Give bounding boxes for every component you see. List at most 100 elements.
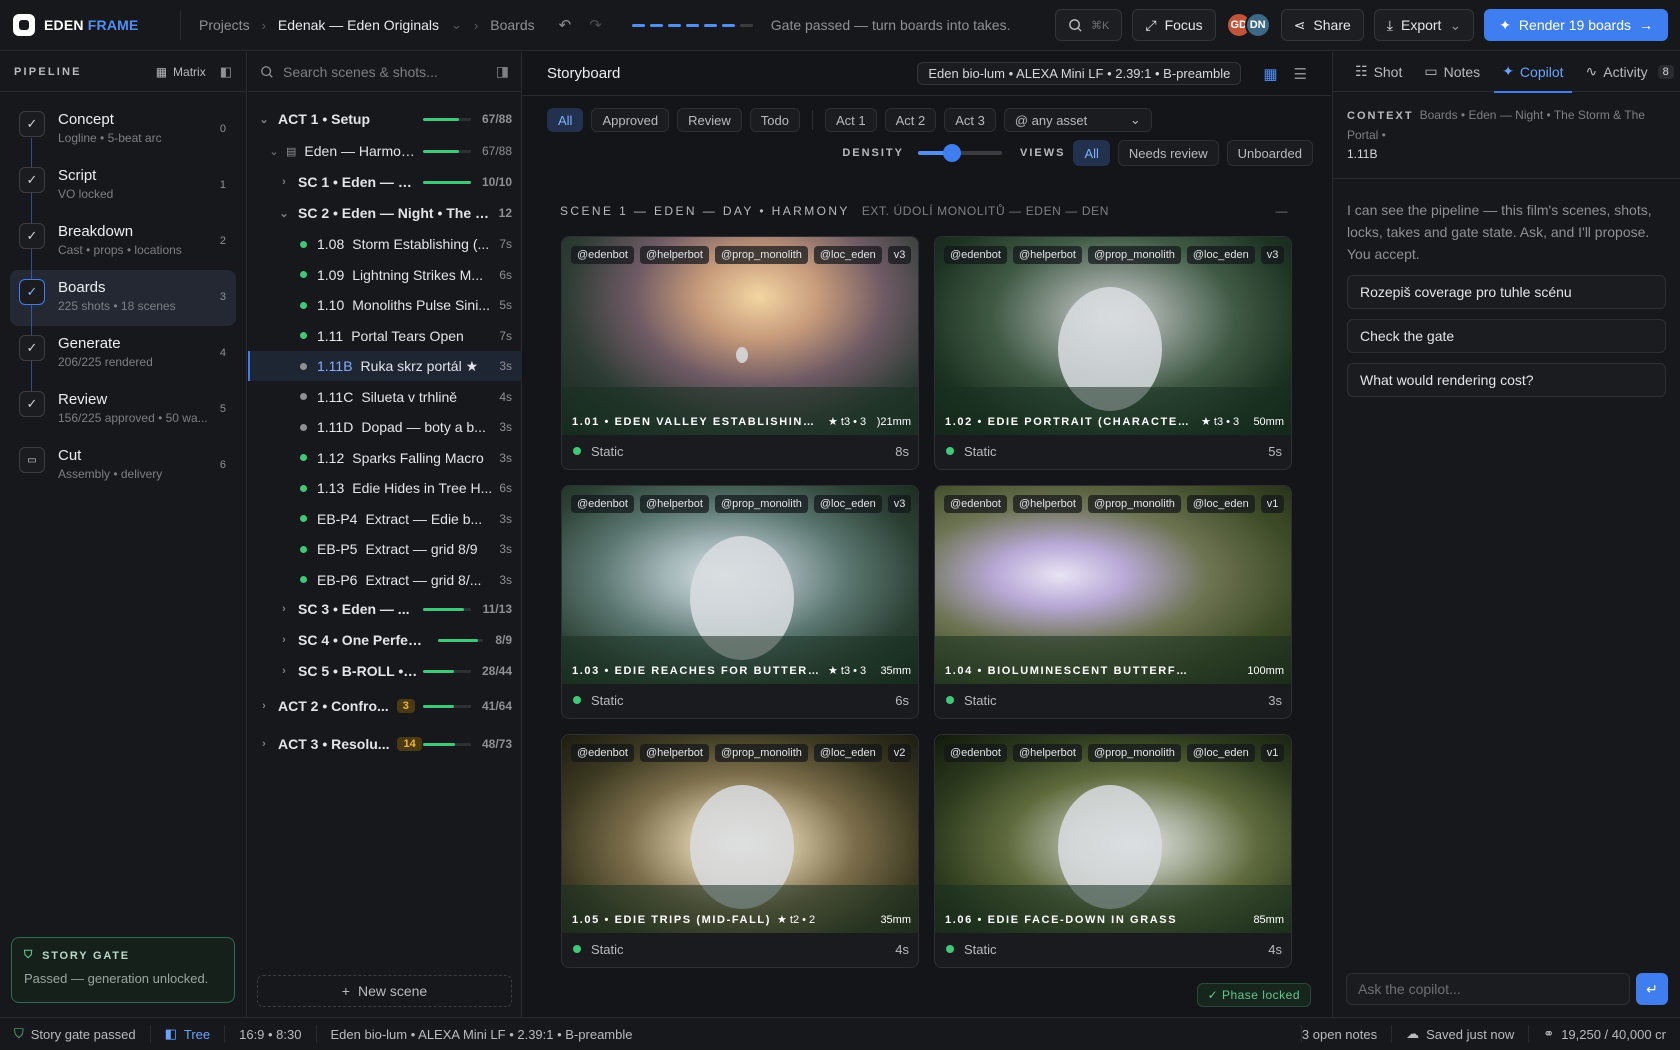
tab-activity[interactable]: ∿ Activity 8 [1578, 52, 1680, 92]
status-gate[interactable]: ⛉ Story gate passed [14, 1025, 151, 1043]
breadcrumb-project[interactable]: Edenak — Eden Originals [278, 17, 439, 33]
version-tag[interactable]: v1 [1260, 744, 1285, 762]
tree-act-3[interactable]: › ACT 3 • Resolu... 14 48/73 [248, 729, 522, 759]
command-search-button[interactable]: ⌘K [1055, 9, 1123, 41]
tree-search[interactable]: Search scenes & shots... ◨ [248, 52, 521, 92]
asset-tag[interactable]: @loc_eden [813, 246, 882, 264]
tree-shot-row[interactable]: 1.12 Sparks Falling Macro 3s [248, 443, 522, 473]
asset-tag[interactable]: @helperbot [639, 495, 709, 513]
asset-tag[interactable]: @edenbot [944, 495, 1007, 513]
shot-thumbnail[interactable]: @edenbot @helperbot @prop_monolith @loc_ede… [935, 237, 1291, 435]
share-button[interactable]: ⋖ Share [1280, 9, 1364, 41]
tree-scene-2[interactable]: ⌄ SC 2 • Eden — Night • The St... 12 [248, 198, 522, 228]
stage-boards[interactable]: ✓ Boards 225 shots • 18 scenes 3 [10, 270, 236, 326]
stage-cut[interactable]: ▭ Cut Assembly • delivery 6 [10, 438, 236, 494]
asset-tag[interactable]: @prop_monolith [1087, 495, 1181, 513]
view-unboarded[interactable]: Unboarded [1226, 140, 1313, 166]
status-view[interactable]: ◧ Tree [151, 1025, 226, 1043]
slider-handle[interactable] [942, 144, 961, 162]
tree-group-eden[interactable]: ⌄ ▤ Eden — Harmon... 67/88 [248, 136, 522, 166]
shot-card[interactable]: @edenbot @helperbot @prop_monolith @loc_ede… [561, 236, 919, 470]
send-button[interactable]: ↵ [1636, 973, 1668, 1005]
export-button[interactable]: ⤓ Export ⌄ [1373, 9, 1475, 41]
asset-tag[interactable]: @loc_eden [1186, 744, 1255, 762]
filter-act-3[interactable]: Act 3 [944, 108, 996, 132]
suggestion-render-cost[interactable]: What would rendering cost? [1347, 363, 1666, 397]
stage-breakdown[interactable]: ✓ Breakdown Cast • props • locations 2 [10, 214, 236, 270]
asset-tag[interactable]: @loc_eden [1186, 495, 1255, 513]
version-tag[interactable]: v3 [887, 495, 912, 513]
stage-review[interactable]: ✓ Review 156/225 approved • 50 wa... 5 [10, 382, 236, 438]
asset-tag[interactable]: @loc_eden [813, 744, 882, 762]
shot-thumbnail[interactable]: @edenbot @helperbot @prop_monolith @loc_ede… [935, 735, 1291, 933]
tree-shot-row[interactable]: 1.11B Ruka skrz portál ★ 3s [248, 351, 522, 381]
tree-act-2[interactable]: › ACT 2 • Confro... 3 41/64 [248, 691, 522, 721]
version-tag[interactable]: v1 [1260, 495, 1285, 513]
shot-thumbnail[interactable]: @edenbot @helperbot @prop_monolith @loc_ede… [935, 486, 1291, 684]
tree-shot-row[interactable]: EB-P6 Extract — grid 8/... 3s [248, 565, 522, 595]
story-gate-card[interactable]: ⛉ STORY GATE Passed — generation unlocked… [11, 937, 235, 1003]
asset-tag[interactable]: @edenbot [571, 495, 634, 513]
matrix-toggle[interactable]: ▦ Matrix [156, 65, 206, 79]
suggestion-check-gate[interactable]: Check the gate [1347, 319, 1666, 353]
shot-thumbnail[interactable]: @edenbot @helperbot @prop_monolith @loc_ede… [562, 735, 918, 933]
filter-todo[interactable]: Todo [749, 108, 800, 132]
asset-tag[interactable]: @prop_monolith [714, 744, 808, 762]
tree-scene-5[interactable]: › SC 5 • B-ROLL • ... 28/44 [248, 656, 522, 686]
tree-shot-row[interactable]: EB-P4 Extract — Edie b... 3s [248, 504, 522, 534]
asset-tag[interactable]: @helperbot [639, 246, 709, 264]
new-scene-button[interactable]: + New scene [257, 975, 512, 1007]
version-tag[interactable]: v2 [887, 744, 912, 762]
collaborators[interactable]: GD DN [1225, 12, 1271, 38]
focus-button[interactable]: ⤢ Focus [1132, 9, 1216, 41]
shot-card[interactable]: @edenbot @helperbot @prop_monolith @loc_ede… [934, 485, 1292, 719]
asset-tag[interactable]: @edenbot [944, 246, 1007, 264]
filter-approved[interactable]: Approved [591, 108, 670, 132]
asset-tag[interactable]: @helperbot [1012, 495, 1082, 513]
render-boards-button[interactable]: ✦ Render 19 boards → [1484, 9, 1668, 41]
tab-shot[interactable]: ☷ Shot [1347, 52, 1410, 92]
tree-scene-1[interactable]: › SC 1 • Eden — D... 10/10 [248, 167, 522, 197]
collapse-scene[interactable]: — [1276, 204, 1290, 218]
status-credits[interactable]: ⚭ 19,250 / 40,000 cr [1528, 1025, 1680, 1043]
search-input[interactable]: Search scenes & shots... [283, 64, 438, 80]
tree-shot-row[interactable]: EB-P5 Extract — grid 8/9 3s [248, 534, 522, 564]
asset-tag[interactable]: @helperbot [1012, 744, 1082, 762]
shot-card[interactable]: @edenbot @helperbot @prop_monolith @loc_ede… [561, 734, 919, 968]
chevron-down-icon[interactable]: ⌄ [451, 17, 462, 33]
breadcrumb-boards[interactable]: Boards [490, 17, 534, 33]
tree-scene-4[interactable]: › SC 4 • One Perfect... 8/9 [248, 625, 522, 655]
redo-icon[interactable]: ↷ [589, 16, 602, 34]
suggestion-coverage[interactable]: Rozepiš coverage pro tuhle scénu [1347, 275, 1666, 309]
asset-tag[interactable]: @prop_monolith [714, 246, 808, 264]
asset-select[interactable]: @ any asset ⌄ [1003, 108, 1152, 132]
version-tag[interactable]: v3 [1260, 246, 1285, 264]
asset-tag[interactable]: @edenbot [571, 246, 634, 264]
status-notes[interactable]: 3 open notes [1300, 1025, 1391, 1043]
shot-thumbnail[interactable]: @edenbot @helperbot @prop_monolith @loc_ede… [562, 237, 918, 435]
list-view-icon[interactable]: ☰ [1294, 65, 1307, 83]
tree-scene-3[interactable]: › SC 3 • Eden — ... 11/13 [248, 594, 522, 624]
grid-view-icon[interactable]: ▦ [1263, 65, 1277, 83]
asset-tag[interactable]: @edenbot [944, 744, 1007, 762]
density-slider[interactable] [918, 144, 1002, 162]
tree-act-1[interactable]: ⌄ ACT 1 • Setup 67/88 [248, 104, 522, 134]
stage-concept[interactable]: ✓ Concept Logline • 5-beat arc 0 [10, 102, 236, 158]
look-preset-pill[interactable]: Eden bio-lum • ALEXA Mini LF • 2.39:1 • … [917, 62, 1242, 85]
view-all[interactable]: All [1073, 140, 1110, 166]
asset-tag[interactable]: @prop_monolith [1087, 246, 1181, 264]
app-logo[interactable]: EDEN FRAME [13, 14, 148, 36]
stage-script[interactable]: ✓ Script VO locked 1 [10, 158, 236, 214]
tree-shot-row[interactable]: 1.09 Lightning Strikes M... 6s [248, 260, 522, 290]
shot-card[interactable]: @edenbot @helperbot @prop_monolith @loc_ede… [934, 236, 1292, 470]
undo-icon[interactable]: ↶ [559, 16, 572, 34]
tree-shot-row[interactable]: 1.10 Monoliths Pulse Sini... 5s [248, 290, 522, 320]
stage-generate[interactable]: ✓ Generate 206/225 rendered 4 [10, 326, 236, 382]
sidebar-toggle-icon[interactable]: ◧ [220, 64, 232, 80]
asset-tag[interactable]: @loc_eden [813, 495, 882, 513]
filter-review[interactable]: Review [677, 108, 742, 132]
asset-tag[interactable]: @helperbot [639, 744, 709, 762]
asset-tag[interactable]: @helperbot [1012, 246, 1082, 264]
asset-tag[interactable]: @prop_monolith [714, 495, 808, 513]
shot-card[interactable]: @edenbot @helperbot @prop_monolith @loc_ede… [934, 734, 1292, 968]
